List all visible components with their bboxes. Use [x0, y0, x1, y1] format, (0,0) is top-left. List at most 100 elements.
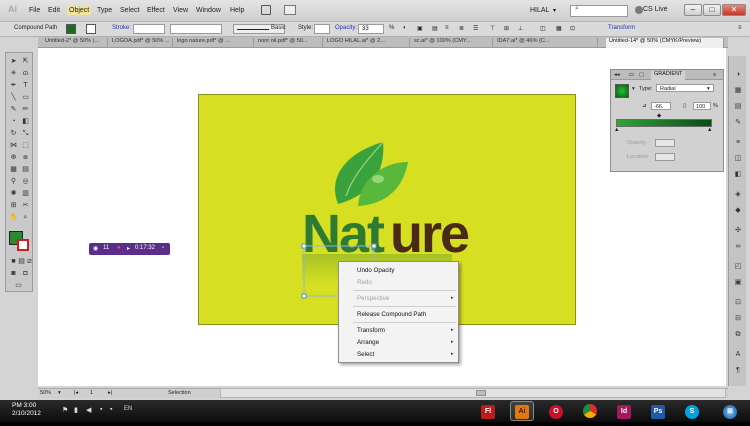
page-number[interactable]: 1	[90, 390, 93, 396]
width-tool-icon[interactable]: ⋈	[9, 141, 18, 150]
eraser-tool-icon[interactable]: ◧	[21, 117, 30, 126]
character-panel-icon[interactable]: A	[733, 350, 743, 359]
aspect-ratio-input[interactable]: 100	[693, 102, 711, 110]
document-tab[interactable]: logo nature.pdf* @ ...	[174, 38, 254, 48]
distribute-top-icon[interactable]: ⊤	[490, 25, 495, 32]
flag-icon[interactable]: ⚑	[62, 406, 68, 414]
magic-wand-tool-icon[interactable]: ✳	[9, 69, 18, 78]
menu-item-transform[interactable]: Transform	[357, 327, 385, 334]
tray-icon[interactable]: ▪	[100, 406, 102, 413]
gradient-stop-end[interactable]: ▲	[707, 127, 712, 133]
menu-effect[interactable]: Effect	[147, 7, 165, 14]
bridge-icon[interactable]	[261, 5, 271, 15]
isolate-icon[interactable]: ▣	[417, 25, 423, 32]
swatches-panel-icon[interactable]: ▤	[733, 102, 743, 111]
opacity-label[interactable]: Opacity:	[335, 25, 357, 31]
chevron-down-icon[interactable]: ▾	[553, 7, 556, 14]
slice-tool-icon[interactable]: ✂	[21, 201, 30, 210]
artboard-icon[interactable]: ◫	[540, 25, 546, 32]
document-tab[interactable]: nonr oil.pdf* @ 50...	[255, 38, 323, 48]
align-panel-icon[interactable]: ⊟	[733, 314, 743, 323]
opacity-input[interactable]: 33	[358, 24, 384, 34]
start-button[interactable]: ⊞	[718, 401, 742, 421]
workspace-switcher[interactable]: HILAL	[530, 7, 549, 14]
document-tab[interactable]: IDA7.ai* @ 46% (C...	[494, 38, 598, 48]
current-tool-status[interactable]: Selection	[168, 390, 191, 396]
brushes-panel-icon[interactable]: ✎	[733, 118, 743, 127]
menu-item-arrange[interactable]: Arrange	[357, 339, 379, 346]
draw-normal-icon[interactable]: ◙	[9, 269, 18, 278]
menu-item-release-compound-path[interactable]: Release Compound Path	[357, 311, 426, 318]
taskbar-flash[interactable]: Fl	[476, 401, 500, 421]
screen-mode-icon[interactable]: ▭	[14, 281, 23, 290]
minimize-button[interactable]: –	[684, 4, 702, 16]
stroke-panel-icon[interactable]: ≡	[733, 138, 743, 147]
volume-icon[interactable]: ◀	[86, 406, 91, 414]
draw-behind-icon[interactable]: ◘	[21, 269, 30, 278]
color-panel-icon[interactable]: ◑	[733, 70, 743, 79]
gradient-slider-bar[interactable]	[616, 119, 712, 127]
stroke-color-icon[interactable]	[17, 239, 29, 251]
taskbar-indesign[interactable]: Id	[612, 401, 636, 421]
maximize-button[interactable]: □	[703, 4, 721, 16]
document-tab[interactable]: LOGOA.pdf* @ 50% ...	[109, 38, 173, 48]
record-icon[interactable]: ●	[117, 245, 121, 251]
document-tab[interactable]: Untitled-2* @ 50% (...	[42, 38, 108, 48]
menu-select[interactable]: Select	[120, 7, 139, 14]
distribute-bottom-icon[interactable]: ⊥	[518, 25, 523, 32]
gradient-preview-swatch[interactable]	[615, 84, 629, 98]
gradient-stop-start[interactable]: ▲	[614, 127, 619, 133]
links-panel-icon[interactable]: ∞	[733, 242, 743, 251]
rectangle-tool-icon[interactable]: ▭	[21, 93, 30, 102]
variable-width-field[interactable]	[170, 24, 222, 34]
hand-tool-icon[interactable]: ✋	[9, 213, 18, 222]
selection-tool-icon[interactable]: ➤	[9, 57, 18, 66]
blob-brush-tool-icon[interactable]: ◔	[9, 117, 18, 126]
selection-handle[interactable]	[301, 293, 307, 299]
document-tab-active[interactable]: Untitled-14* @ 50% (CMYK/Preview)	[606, 38, 724, 48]
network-icon[interactable]: ▮	[74, 406, 78, 414]
first-artboard-icon[interactable]: |◂	[74, 390, 78, 396]
layers-panel-icon[interactable]: ◰	[733, 262, 743, 271]
blend-tool-icon[interactable]: ◎	[21, 177, 30, 186]
expand-icon[interactable]: ⊡	[570, 25, 575, 32]
fill-swatch[interactable]	[66, 24, 76, 34]
tab-gradient[interactable]: GRADIENT	[651, 71, 686, 80]
graph-tool-icon[interactable]: ▥	[21, 189, 30, 198]
align-right-icon[interactable]: ☰	[473, 25, 478, 32]
stroke-weight-field[interactable]	[133, 24, 165, 34]
free-transform-tool-icon[interactable]: ⬚	[21, 141, 30, 150]
recorder-menu-icon[interactable]: ▫	[162, 245, 164, 251]
menu-edit[interactable]: Edit	[48, 7, 60, 14]
next-artboard-icon[interactable]: ▸|	[108, 390, 112, 396]
panel-menu-icon[interactable]: ≡	[713, 72, 716, 78]
stroke-swatch[interactable]	[86, 24, 96, 34]
scrollbar-thumb[interactable]	[476, 390, 486, 396]
menu-item-select[interactable]: Select	[357, 351, 374, 358]
symbol-sprayer-tool-icon[interactable]: ✺	[9, 189, 18, 198]
eyedropper-tool-icon[interactable]: ⚲	[9, 177, 18, 186]
paragraph-panel-icon[interactable]: ¶	[733, 366, 743, 375]
distribute-middle-icon[interactable]: ⊞	[504, 25, 509, 32]
artboard-tool-icon[interactable]: ⊞	[9, 201, 18, 210]
menu-file[interactable]: File	[29, 7, 40, 14]
scale-tool-icon[interactable]: ⤡	[21, 129, 30, 138]
menu-type[interactable]: Type	[97, 7, 112, 14]
pen-tool-icon[interactable]: ✒	[9, 81, 18, 90]
language-indicator[interactable]: EN	[124, 406, 132, 412]
document-setup-icon[interactable]: ▤	[432, 25, 438, 32]
pathfinder-panel-icon[interactable]: ⧉	[733, 330, 743, 339]
document-tab[interactable]: sc.ai* @ 100% (CMY...	[411, 38, 493, 48]
graphic-styles-icon[interactable]: ◆	[733, 206, 743, 215]
document-tab[interactable]: LOGO HILAL.ai* @ 2...	[324, 38, 410, 48]
menu-window[interactable]: Window	[196, 7, 221, 14]
lasso-tool-icon[interactable]: ɷ	[21, 69, 30, 78]
direct-selection-tool-icon[interactable]: ⇱	[21, 57, 30, 66]
type-tool-icon[interactable]: T	[21, 81, 30, 90]
horizontal-scrollbar[interactable]	[220, 388, 726, 398]
menu-object[interactable]: Object	[67, 6, 92, 15]
cs-live-button[interactable]: CS Live	[643, 6, 668, 13]
arrange-documents-icon[interactable]	[284, 5, 296, 15]
zoom-tool-icon[interactable]: ⌕	[21, 213, 30, 222]
menu-help[interactable]: Help	[230, 7, 244, 14]
